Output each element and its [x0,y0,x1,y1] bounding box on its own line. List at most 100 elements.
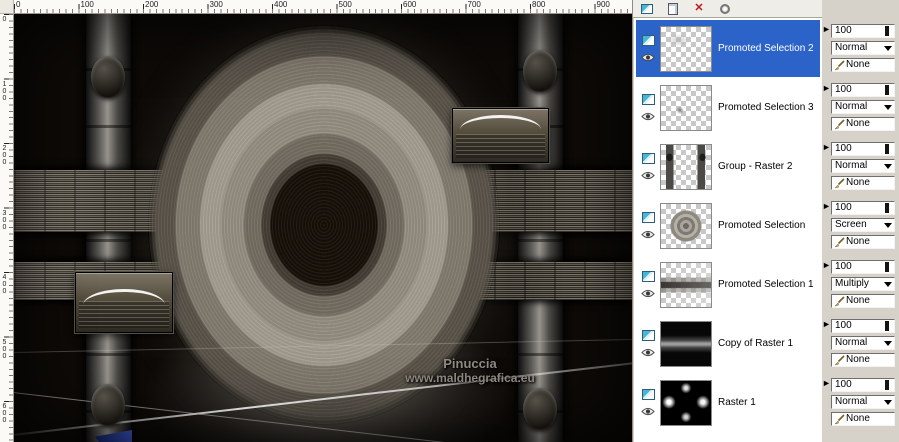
ruler-label-h: 300 [209,0,223,9]
blend-mode-dropdown[interactable]: Screen [831,218,895,232]
delete-layer-button[interactable]: ✕ [690,2,708,16]
artwork-knob [91,56,125,98]
layer-thumbnail[interactable] [660,261,712,308]
ruler-label-h: 0 [16,0,21,9]
layer-icon-column [638,153,658,180]
application-window: 0 100 200 300 400 500 600 700 800 900 0 100 200 300 4… [0,0,899,442]
opacity-slider-handle[interactable] [885,203,889,213]
blend-mode-dropdown[interactable]: Normal [831,336,895,350]
layer-opacity-field[interactable]: 100 [831,201,895,215]
blend-mode-dropdown[interactable]: Normal [831,395,895,409]
link-set-field[interactable]: None [831,176,895,190]
watermark-line2: www.maldhegrafica.eu [405,371,535,385]
ruler-label-v: 400 [1,274,8,295]
layer-opacity-field[interactable]: 100 [831,260,895,274]
layer-icon-column [638,35,658,62]
layer-group-button[interactable] [716,2,734,16]
slider-popup-arrow-icon[interactable]: ► [822,25,831,34]
layer-row[interactable]: Promoted Selection 2 [636,20,820,77]
slider-popup-arrow-icon[interactable]: ► [822,379,831,388]
layers-icon [641,3,653,14]
layer-row[interactable]: Promoted Selection 3 [636,79,820,136]
layer-opacity-field[interactable]: 100 [831,83,895,97]
layer-properties-column: ► 100 Normal None ► 100 Normal None ► 100 Normal No… [822,0,899,442]
layer-row[interactable]: Promoted Selection 1 [636,256,820,313]
canvas-image[interactable]: Pinuccia www.maldhegrafica.eu [14,14,632,442]
link-set-field[interactable]: None [831,412,895,426]
dropdown-arrow-icon [884,164,892,169]
opacity-slider-handle[interactable] [885,26,889,36]
opacity-value: 100 [835,202,852,213]
layer-thumbnail[interactable] [660,379,712,426]
slider-popup-arrow-icon[interactable]: ► [822,202,831,211]
blend-mode-dropdown[interactable]: Normal [831,41,895,55]
visibility-eye-icon[interactable] [641,289,655,298]
opacity-slider-handle[interactable] [885,380,889,390]
blend-mode-dropdown[interactable]: Normal [831,100,895,114]
brush-icon [834,355,845,366]
layer-opacity-field[interactable]: 100 [831,319,895,333]
ruler-label-h: 200 [145,0,159,9]
link-set-field[interactable]: None [831,58,895,72]
dropdown-arrow-icon [884,341,892,346]
layer-opacity-field[interactable]: 100 [831,24,895,38]
slider-popup-arrow-icon[interactable]: ► [822,320,831,329]
visibility-eye-icon[interactable] [641,348,655,357]
layer-name: Promoted Selection 1 [718,279,814,290]
layer-thumbnail[interactable] [660,143,712,190]
blend-mode-value: Normal [835,396,868,407]
ruler-label-h: 500 [338,0,352,9]
opacity-slider-handle[interactable] [885,144,889,154]
slider-popup-arrow-icon[interactable]: ► [822,261,831,270]
dropdown-arrow-icon [884,282,892,287]
artwork-knob [523,388,557,430]
delete-x-icon: ✕ [694,2,704,14]
link-set-field[interactable]: None [831,294,895,308]
layer-type-icon [641,35,655,46]
layers-palette: ✕ Promoted Selection 2 Promoted Selection… [632,0,822,442]
slider-popup-arrow-icon[interactable]: ► [822,84,831,93]
layer-properties-group: ► 100 Normal None [822,315,899,374]
visibility-eye-icon[interactable] [641,53,655,62]
blend-mode-value: Multiply [835,278,869,289]
layer-icon-column [638,212,658,239]
blend-mode-dropdown[interactable]: Multiply [831,277,895,291]
layer-row[interactable]: Copy of Raster 1 [636,315,820,372]
layer-row[interactable]: Raster 1 [636,374,820,431]
visibility-eye-icon[interactable] [641,230,655,239]
layer-opacity-field[interactable]: 100 [831,142,895,156]
link-set-field[interactable]: None [831,353,895,367]
artwork-ridges [79,301,169,328]
visibility-eye-icon[interactable] [641,171,655,180]
layer-icon-column [638,271,658,298]
layer-properties-group: ► 100 Normal None [822,20,899,79]
opacity-slider-handle[interactable] [885,85,889,95]
layer-properties-group: ► 100 Normal None [822,138,899,197]
opacity-slider-handle[interactable] [885,321,889,331]
opacity-value: 100 [835,379,852,390]
artwork-panel-left [74,271,174,334]
layer-name: Group - Raster 2 [718,161,793,172]
layers-palette-button[interactable] [638,2,656,16]
layer-thumbnail[interactable] [660,25,712,72]
layer-opacity-field[interactable]: 100 [831,378,895,392]
opacity-value: 100 [835,143,852,154]
layer-thumbnail[interactable] [660,320,712,367]
new-layer-button[interactable] [664,2,682,16]
opacity-slider-handle[interactable] [885,262,889,272]
layer-thumbnail[interactable] [660,202,712,249]
layer-row[interactable]: Group - Raster 2 [636,138,820,195]
link-set-field[interactable]: None [831,117,895,131]
brush-icon [834,414,845,425]
layer-thumbnail[interactable] [660,84,712,131]
layer-row[interactable]: Promoted Selection [636,197,820,254]
layer-name: Copy of Raster 1 [718,338,794,349]
visibility-eye-icon[interactable] [641,407,655,416]
visibility-eye-icon[interactable] [641,112,655,121]
blend-mode-dropdown[interactable]: Normal [831,159,895,173]
slider-popup-arrow-icon[interactable]: ► [822,143,831,152]
layers-toolbar: ✕ [633,0,822,18]
layer-properties-group: ► 100 Normal None [822,374,899,433]
dropdown-arrow-icon [884,400,892,405]
link-set-field[interactable]: None [831,235,895,249]
